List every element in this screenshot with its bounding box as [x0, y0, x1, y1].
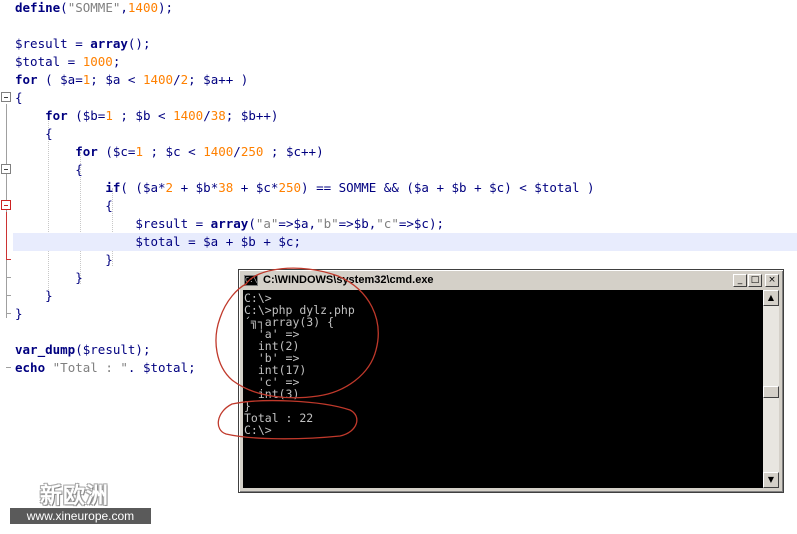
code-line: for ( $a=1; $a < 1400/2; $a++ ): [15, 72, 249, 87]
minimize-button[interactable]: _: [733, 274, 747, 287]
fold-end-marker: [6, 277, 11, 278]
cmd-titlebar[interactable]: C:\ C:\WINDOWS\system32\cmd.exe _ □ ×: [242, 273, 780, 288]
watermark-logo: 新欧洲: [40, 484, 110, 509]
console-output[interactable]: C:\> C:\>php dylz.php ´╗┐array(3) { 'a' =>…: [243, 290, 763, 488]
code-line: $result = array("a"=>$a,"b"=>$b,"c"=>$c)…: [15, 216, 445, 231]
code-line: for ($c=1 ; $c < 1400/250 ; $c++): [75, 144, 324, 159]
maximize-button[interactable]: □: [748, 274, 762, 287]
console-line: int(2): [244, 339, 300, 353]
code-line: }: [15, 288, 53, 303]
code-line: }: [15, 306, 23, 321]
code-line: {: [15, 162, 83, 177]
scroll-up-arrow-icon[interactable]: ▲: [763, 290, 779, 306]
code-line: define("SOMME",1400);: [15, 0, 174, 15]
code-line: var_dump($result);: [15, 342, 151, 357]
fold-line: [6, 104, 7, 318]
window-title: C:\WINDOWS\system32\cmd.exe: [263, 274, 434, 286]
fold-end-marker: [6, 295, 11, 296]
console-line: 'b' =>: [244, 351, 300, 365]
code-line: $total = 1000;: [15, 54, 121, 69]
code-line: }: [15, 270, 83, 285]
code-line: }: [15, 252, 113, 267]
console-line: 'c' =>: [244, 375, 300, 389]
console-line: 'a' =>: [244, 327, 300, 341]
console-line: int(3): [244, 387, 300, 401]
code-line: {: [15, 126, 53, 141]
fold-toggle-icon[interactable]: [1, 164, 11, 174]
fold-end-marker: [6, 367, 11, 368]
scroll-thumb[interactable]: [763, 386, 779, 398]
fold-gutter: [0, 0, 12, 534]
console-icon: C:\: [244, 275, 258, 286]
code-line: {: [15, 90, 23, 105]
fold-toggle-icon[interactable]: [1, 200, 11, 210]
vertical-scrollbar[interactable]: ▲ ▼: [763, 290, 779, 488]
cmd-window[interactable]: C:\ C:\WINDOWS\system32\cmd.exe _ □ × C:…: [238, 269, 784, 493]
console-line: int(17): [244, 363, 307, 377]
close-button[interactable]: ×: [765, 274, 779, 287]
fold-end-marker: [6, 313, 11, 314]
fold-toggle-icon[interactable]: [1, 92, 11, 102]
console-line: C:\>: [244, 423, 272, 437]
console-line: ´╗┐array(3) {: [244, 315, 335, 329]
code-line: $result = array();: [15, 36, 151, 51]
code-line: for ($b=1 ; $b < 1400/38; $b++): [45, 108, 279, 123]
scroll-down-arrow-icon[interactable]: ▼: [763, 472, 779, 488]
code-line-current: $total = $a + $b + $c;: [13, 233, 797, 251]
fold-line-active: [6, 212, 7, 260]
code-line: {: [15, 198, 113, 213]
code-line: echo "Total : ". $total;: [15, 360, 196, 375]
console-line: Total : 22: [244, 411, 314, 425]
watermark-url: www.xineurope.com: [10, 508, 151, 524]
console-line: }: [244, 399, 251, 413]
fold-end-marker: [6, 259, 11, 260]
code-line: if( ($a*2 + $b*38 + $c*250) == SOMME && …: [105, 180, 595, 195]
